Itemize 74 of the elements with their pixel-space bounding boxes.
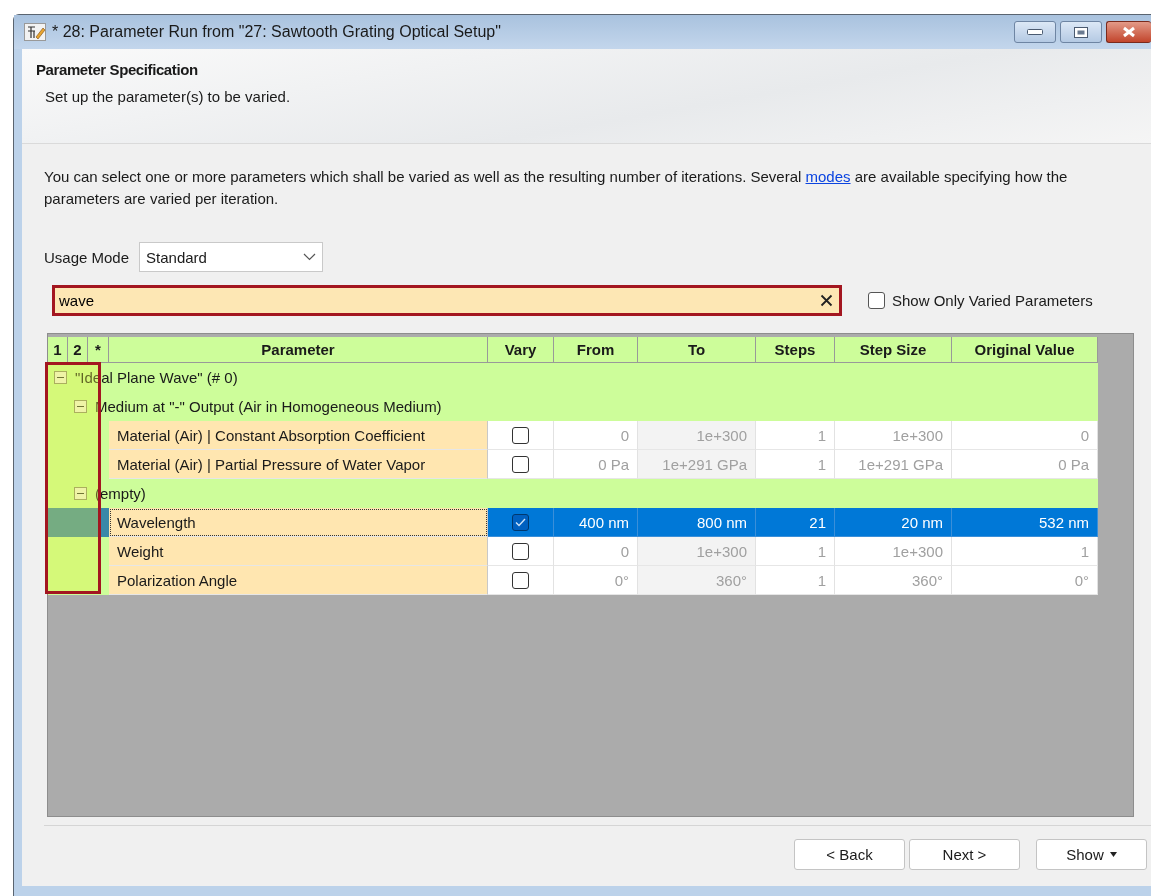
minimize-icon: [1027, 29, 1043, 35]
table-cell: 21: [756, 508, 835, 537]
close-icon: [1121, 26, 1137, 38]
maximize-icon: [1074, 26, 1088, 38]
column-header[interactable]: Parameter: [109, 337, 488, 363]
row-selector[interactable]: [48, 508, 109, 537]
usage-mode-dropdown[interactable]: Standard: [139, 242, 324, 272]
column-header[interactable]: Original Value: [952, 337, 1098, 363]
column-header[interactable]: 1: [48, 337, 68, 363]
close-button[interactable]: [1106, 21, 1151, 43]
vary-checkbox[interactable]: [512, 426, 529, 444]
table-cell: 0°: [554, 566, 638, 595]
column-header[interactable]: Step Size: [835, 337, 952, 363]
table-cell: 360°: [835, 566, 952, 595]
row-selector[interactable]: [48, 566, 109, 595]
row-selector[interactable]: [48, 537, 109, 566]
search-field[interactable]: wave: [52, 285, 842, 316]
column-header[interactable]: Vary: [488, 337, 554, 363]
checkbox-label: Show Only Varied Parameters: [892, 292, 1093, 309]
table-cell: 1: [756, 537, 835, 566]
table-cell: 0°: [952, 566, 1098, 595]
table-cell: 800 nm: [638, 508, 756, 537]
parameter-name: Material (Air) | Partial Pressure of Water Vapor: [109, 450, 488, 479]
table-cell: 1: [952, 537, 1098, 566]
table-cell: 0 Pa: [554, 450, 638, 479]
table-cell: 532 nm: [952, 508, 1098, 537]
vary-checkbox[interactable]: [512, 571, 529, 589]
usage-mode-label: Usage Mode: [44, 248, 130, 266]
column-header[interactable]: Steps: [756, 337, 835, 363]
table-cell: 1e+300: [835, 421, 952, 450]
collapse-icon[interactable]: [54, 371, 67, 384]
column-header[interactable]: 2: [68, 337, 88, 363]
parameter-name: Wavelength: [109, 508, 488, 537]
table-cell: 0 Pa: [952, 450, 1098, 479]
minimize-button[interactable]: [1014, 21, 1056, 43]
table-cell: 1e+300: [638, 537, 756, 566]
checkbox[interactable]: [868, 292, 885, 309]
table-cell: 1: [756, 566, 835, 595]
instructions-text: You can select one or more parameters which shall be varied as well as the resulting number of iterations. Several modes are available specifying how the parameters are varied per iteration.: [44, 167, 1069, 209]
column-header[interactable]: To: [638, 337, 756, 363]
collapse-icon[interactable]: [74, 487, 87, 500]
table-cell: 1: [756, 450, 835, 479]
table-cell: 0: [952, 421, 1098, 450]
page-title: Parameter Specification: [36, 61, 199, 78]
table-cell: 400 nm: [554, 508, 638, 537]
page-subtitle: Set up the parameter(s) to be varied.: [45, 88, 292, 105]
parameter-name: Polarization Angle: [109, 566, 488, 595]
column-header[interactable]: *: [88, 337, 109, 363]
parameter-name: Material (Air) | Constant Absorption Coefficient: [109, 421, 488, 450]
table-cell: 1: [756, 421, 835, 450]
table-cell: 1e+291 GPa: [835, 450, 952, 479]
window-title: * 28: Parameter Run from "27: Sawtooth Grating Optical Setup": [52, 23, 502, 41]
table-cell: 1e+291 GPa: [638, 450, 756, 479]
maximize-button[interactable]: [1060, 21, 1102, 43]
check-icon: [515, 517, 526, 527]
wizard-button[interactable]: Show: [1036, 838, 1147, 870]
table-cell: 0: [554, 537, 638, 566]
vary-checkbox[interactable]: [512, 513, 529, 531]
parameter-name: Weight: [109, 537, 488, 566]
clear-icon[interactable]: [820, 294, 833, 307]
modes-link[interactable]: modes: [805, 168, 851, 185]
chevron-down-icon: [303, 253, 317, 261]
wizard-button[interactable]: Next >: [909, 838, 1020, 870]
vary-checkbox[interactable]: [512, 542, 529, 560]
collapse-icon[interactable]: [74, 400, 87, 413]
table-cell: 0: [554, 421, 638, 450]
column-header[interactable]: From: [554, 337, 638, 363]
table-cell: 1e+300: [835, 537, 952, 566]
vary-checkbox[interactable]: [512, 455, 529, 473]
app-icon: [24, 23, 46, 41]
table-cell: 1e+300: [638, 421, 756, 450]
wizard-button[interactable]: < Back: [794, 838, 905, 870]
table-cell: 360°: [638, 566, 756, 595]
table-cell: 20 nm: [835, 508, 952, 537]
